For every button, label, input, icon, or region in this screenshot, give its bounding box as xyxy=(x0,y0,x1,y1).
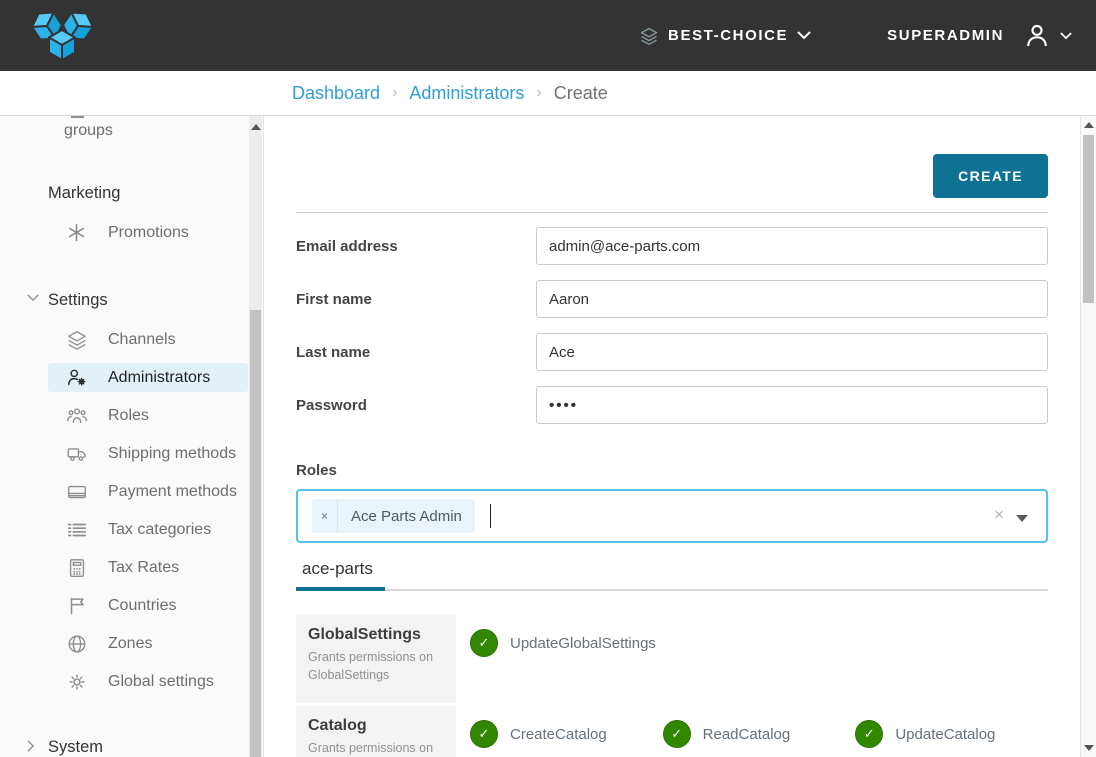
email-field-row: Email address xyxy=(296,227,1048,265)
channel-name: BEST-CHOICE xyxy=(668,27,788,44)
first-name-field[interactable] xyxy=(536,280,1048,318)
clear-icon[interactable]: × xyxy=(994,505,1004,525)
user-menu[interactable]: SUPERADMIN xyxy=(887,21,1072,51)
permission-item: ✓ ReadCatalog xyxy=(663,720,856,748)
calculator-icon xyxy=(66,557,88,579)
permission-label: ReadCatalog xyxy=(703,726,791,743)
chevron-down-icon xyxy=(27,294,39,302)
sidebar-item-zones[interactable]: Zones xyxy=(48,629,248,658)
asterisk-icon xyxy=(66,222,87,243)
breadcrumb-separator: › xyxy=(392,84,397,102)
truck-icon xyxy=(66,443,88,465)
password-field[interactable] xyxy=(536,386,1048,424)
sidebar-section-system[interactable]: System xyxy=(48,736,248,757)
table-row: GlobalSettings Grants permissions on Glo… xyxy=(296,615,1048,703)
scrollbar-up-arrow[interactable] xyxy=(251,124,261,130)
layers-icon xyxy=(639,26,659,46)
layers-icon xyxy=(66,329,88,351)
permission-label: UpdateGlobalSettings xyxy=(510,635,656,652)
sidebar-item-countries[interactable]: Countries xyxy=(48,591,248,620)
divider xyxy=(296,212,1048,213)
sidebar-section-settings[interactable]: Settings xyxy=(48,289,248,311)
role-chip-label: Ace Parts Admin xyxy=(338,499,475,533)
chevron-down-icon xyxy=(1060,32,1072,40)
permission-group-description: Grants permissions on Products, Facets xyxy=(308,739,444,757)
text-cursor xyxy=(490,504,491,528)
sidebar-item-customer-groups-clipped[interactable]: groups xyxy=(48,122,248,140)
gear-icon xyxy=(66,671,88,693)
checked-toggle-icon[interactable]: ✓ xyxy=(855,720,883,748)
last-name-field-row: Last name xyxy=(296,333,1048,371)
scrollbar-down-arrow[interactable] xyxy=(1084,745,1094,751)
email-label: Email address xyxy=(296,238,536,255)
password-label: Password xyxy=(296,397,536,414)
user-icon xyxy=(1022,21,1052,51)
last-name-label: Last name xyxy=(296,344,536,361)
caret-down-icon[interactable] xyxy=(1016,515,1028,522)
sidebar-scrollbar[interactable] xyxy=(249,116,262,757)
vendure-logo[interactable] xyxy=(26,5,104,67)
roles-label: Roles xyxy=(296,462,1048,479)
tab-ace-parts[interactable]: ace-parts xyxy=(296,557,385,589)
breadcrumb-administrators[interactable]: Administrators xyxy=(409,83,524,104)
permission-group-title: Catalog xyxy=(308,717,444,735)
breadcrumb-bar: Dashboard › Administrators › Create xyxy=(0,71,1096,116)
permission-group-description: Grants permissions on GlobalSettings xyxy=(308,648,444,684)
sidebar-item-payment-methods[interactable]: Payment methods xyxy=(48,477,248,506)
page-scrollbar[interactable] xyxy=(1080,116,1096,757)
permission-label: CreateCatalog xyxy=(510,726,607,743)
sidebar-item-channels[interactable]: Channels xyxy=(48,325,248,354)
table-row: Catalog Grants permissions on Products, … xyxy=(296,706,1048,757)
permission-item: ✓ UpdateCatalog xyxy=(855,720,1048,748)
email-field[interactable] xyxy=(536,227,1048,265)
user-gear-icon xyxy=(66,367,88,389)
create-administrator-form: CREATE Email address First name Last nam… xyxy=(264,116,1080,757)
permission-item: ✓ UpdateGlobalSettings xyxy=(470,629,663,657)
sidebar-item-shipping-methods[interactable]: Shipping methods xyxy=(48,439,248,468)
first-name-field-row: First name xyxy=(296,280,1048,318)
credit-card-icon xyxy=(66,481,88,503)
sidebar-item-administrators[interactable]: Administrators xyxy=(48,363,248,392)
breadcrumb-dashboard[interactable]: Dashboard xyxy=(292,83,380,104)
breadcrumb-current: Create xyxy=(554,83,608,104)
chip-remove-button[interactable]: × xyxy=(312,499,338,533)
password-field-row: Password xyxy=(296,386,1048,424)
users-icon xyxy=(66,405,88,427)
sidebar-item-promotions[interactable]: Promotions xyxy=(48,218,248,247)
clipped-icon-fragment xyxy=(71,116,84,118)
sidebar-item-tax-categories[interactable]: Tax categories xyxy=(48,515,248,544)
sidebar-item-tax-rates[interactable]: Tax Rates xyxy=(48,553,248,582)
sidebar-section-marketing: Marketing xyxy=(48,182,248,204)
permission-label: UpdateCatalog xyxy=(895,726,995,743)
chevron-right-icon xyxy=(27,740,35,752)
last-name-field[interactable] xyxy=(536,333,1048,371)
scrollbar-up-arrow[interactable] xyxy=(1084,122,1094,128)
checked-toggle-icon[interactable]: ✓ xyxy=(663,720,691,748)
top-bar: BEST-CHOICE SUPERADMIN xyxy=(0,0,1096,71)
channel-switcher[interactable]: BEST-CHOICE xyxy=(639,26,811,46)
page-scrollbar-thumb[interactable] xyxy=(1083,135,1094,303)
sidebar-item-global-settings[interactable]: Global settings xyxy=(48,667,248,696)
checked-toggle-icon[interactable]: ✓ xyxy=(470,720,498,748)
flag-icon xyxy=(66,595,88,617)
sidebar-item-roles[interactable]: Roles xyxy=(48,401,248,430)
permission-item: ✓ CreateCatalog xyxy=(470,720,663,748)
permissions-tabbar: ace-parts xyxy=(296,557,1048,591)
sidebar-scrollbar-thumb[interactable] xyxy=(250,310,261,757)
roles-multiselect[interactable]: × Ace Parts Admin × xyxy=(296,489,1048,543)
chevron-down-icon xyxy=(797,31,811,40)
create-button[interactable]: CREATE xyxy=(933,154,1048,198)
role-chip: × Ace Parts Admin xyxy=(312,499,475,533)
checked-toggle-icon[interactable]: ✓ xyxy=(470,629,498,657)
user-name: SUPERADMIN xyxy=(887,27,1004,44)
breadcrumb-separator: › xyxy=(536,84,541,102)
permissions-table: GlobalSettings Grants permissions on Glo… xyxy=(296,615,1048,757)
first-name-label: First name xyxy=(296,291,536,308)
sidebar: groups Marketing Promotions Settings xyxy=(0,116,264,757)
list-icon xyxy=(66,519,88,541)
breadcrumb: Dashboard › Administrators › Create xyxy=(292,83,608,104)
globe-icon xyxy=(66,633,88,655)
permission-group-title: GlobalSettings xyxy=(308,626,444,644)
